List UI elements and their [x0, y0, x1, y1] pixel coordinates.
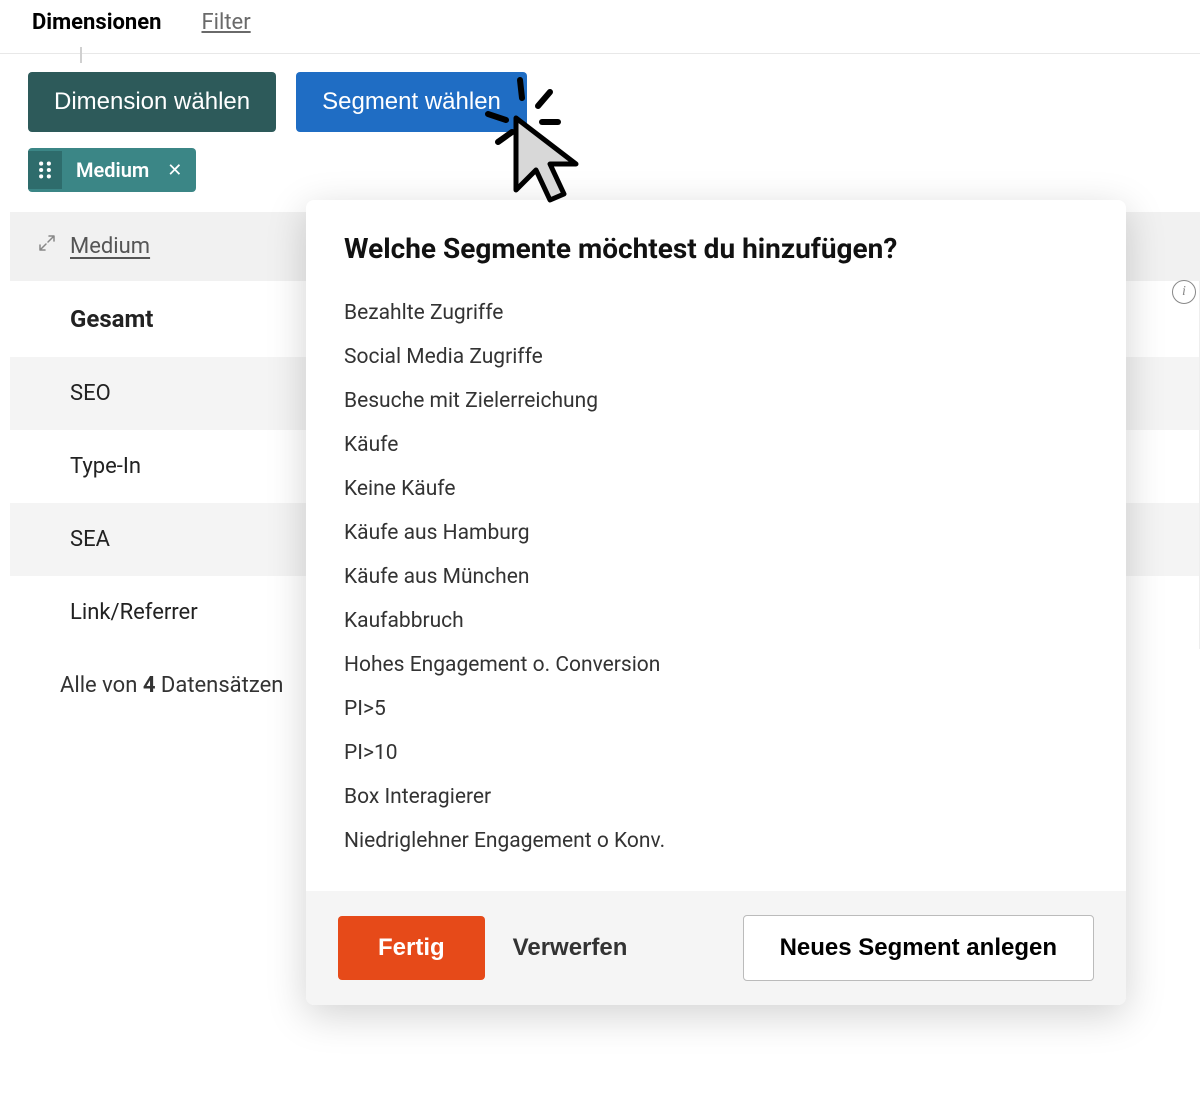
choose-segment-button[interactable]: Segment wählen — [296, 72, 527, 132]
top-tabs: Dimensionen Filter — [0, 0, 1200, 45]
segment-popover: Welche Segmente möchtest du hinzufügen? … — [306, 200, 1126, 1005]
segment-option[interactable]: Käufe — [344, 423, 1088, 467]
new-segment-button[interactable]: Neues Segment anlegen — [743, 915, 1094, 981]
segment-option[interactable]: Besuche mit Zielerreichung — [344, 379, 1088, 423]
popover-title: Welche Segmente möchtest du hinzufügen? — [344, 232, 1088, 265]
expand-icon[interactable] — [38, 234, 56, 257]
toolbar: Dimension wählen Segment wählen — [0, 53, 1200, 142]
segment-option[interactable]: Käufe aus München — [344, 555, 1088, 599]
tab-dimensionen[interactable]: Dimensionen — [32, 10, 161, 35]
chip-label: Medium — [62, 148, 163, 192]
segment-option[interactable]: Käufe aus Hamburg — [344, 511, 1088, 555]
segment-option[interactable]: Kaufabbruch — [344, 599, 1088, 643]
column-header-medium[interactable]: Medium — [70, 234, 150, 259]
info-icon[interactable]: i — [1172, 280, 1196, 304]
segment-option[interactable]: Bezahlte Zugriffe — [344, 291, 1088, 335]
segment-option[interactable]: PI>10 — [344, 731, 1088, 775]
segment-option[interactable]: PI>5 — [344, 687, 1088, 731]
segment-option[interactable]: Social Media Zugriffe — [344, 335, 1088, 379]
discard-button[interactable]: Verwerfen — [513, 934, 628, 962]
drag-handle-icon[interactable] — [28, 151, 62, 189]
segment-option[interactable]: Hohes Engagement o. Conversion — [344, 643, 1088, 687]
choose-dimension-button[interactable]: Dimension wählen — [28, 72, 276, 132]
popover-footer: Fertig Verwerfen Neues Segment anlegen — [306, 891, 1126, 1005]
segment-option[interactable]: Niedriglehner Engagement o Konv. — [344, 819, 1088, 863]
segment-option[interactable]: Box Interagierer — [344, 775, 1088, 819]
tab-caret — [80, 47, 82, 63]
segment-option[interactable]: Keine Käufe — [344, 467, 1088, 511]
close-icon[interactable]: ✕ — [163, 150, 196, 191]
tab-filter[interactable]: Filter — [201, 10, 250, 35]
dimension-chip-medium[interactable]: Medium ✕ — [28, 148, 196, 192]
done-button[interactable]: Fertig — [338, 916, 485, 980]
